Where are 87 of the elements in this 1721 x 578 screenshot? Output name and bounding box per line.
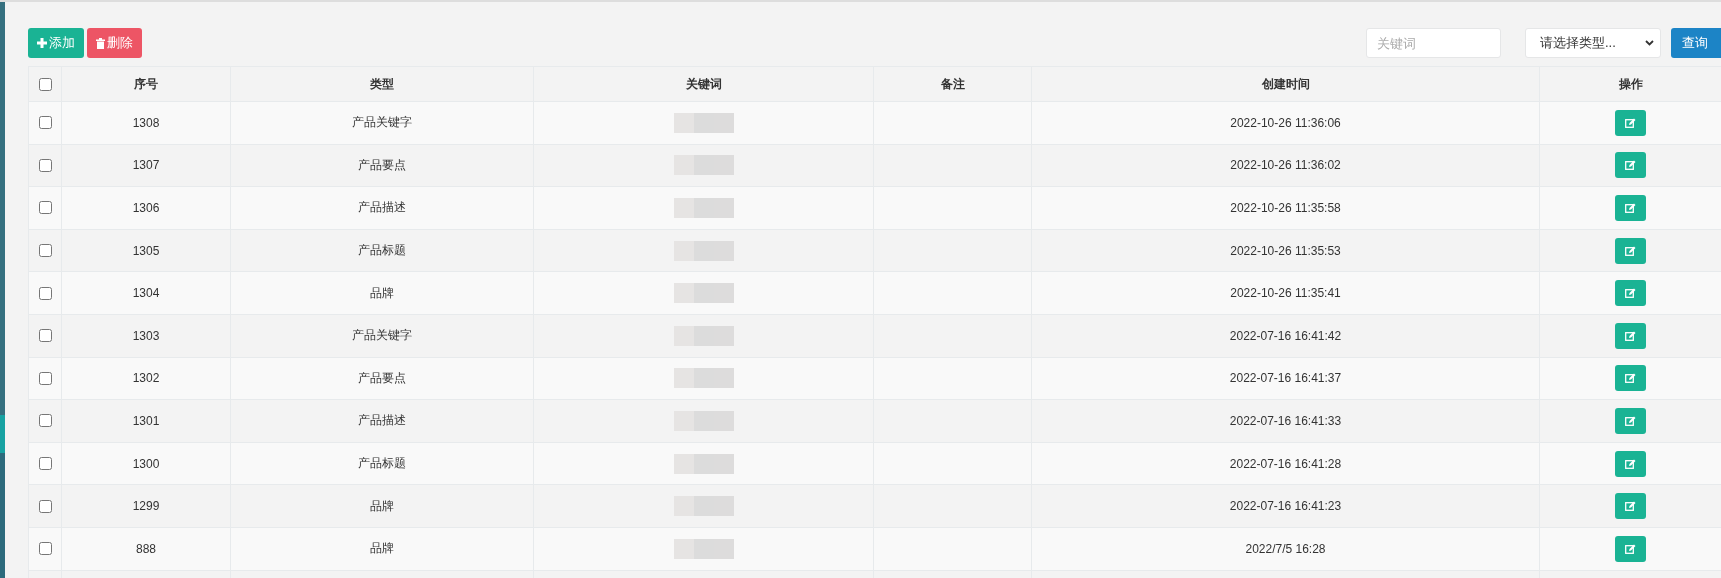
table-cell: 2022-10-26 11:35:53 [1230, 243, 1341, 258]
table-cell: 2022-07-16 16:41:37 [1229, 371, 1342, 386]
row-checkbox[interactable] [38, 499, 52, 513]
blurred-text-drawing [673, 538, 734, 559]
table-cell: 1305 [132, 243, 160, 258]
chevron-down-icon [1645, 40, 1654, 46]
table-cell: 品牌 [370, 540, 394, 558]
trash-icon [96, 37, 105, 49]
row-checkbox[interactable] [38, 116, 52, 130]
table-cell: 1301 [132, 413, 160, 428]
edit-button[interactable] [1615, 195, 1646, 221]
row-checkbox[interactable] [38, 457, 52, 471]
row-checkbox[interactable] [38, 158, 52, 172]
row-checkbox[interactable] [38, 371, 52, 385]
edit-button[interactable] [1615, 365, 1646, 392]
table-cell: 1307 [132, 158, 160, 173]
edit-icon [1625, 415, 1636, 426]
edit-icon [1625, 458, 1636, 469]
blurred-text-drawing [673, 112, 734, 133]
table-cell: 1304 [132, 286, 160, 301]
keyword-field[interactable]: 关键词 [1366, 28, 1501, 58]
table-cell: 产品关键字 [352, 327, 412, 345]
table-cell: 2022-07-16 16:41:23 [1229, 499, 1342, 514]
table-cell: 2022-10-26 11:36:06 [1230, 115, 1341, 130]
edit-icon [1625, 330, 1636, 341]
table-cell: 产品要点 [358, 156, 406, 174]
column-header: 操作 [1618, 75, 1643, 93]
edit-icon [1625, 160, 1636, 171]
edit-icon [1625, 203, 1636, 213]
table-cell: 1303 [132, 328, 160, 343]
table-cell: 品牌 [370, 284, 394, 302]
table-cell: 2022-10-26 11:35:58 [1230, 201, 1341, 215]
table-cell: 2022-07-16 16:41:33 [1229, 413, 1342, 428]
edit-icon [1625, 288, 1636, 299]
edit-button[interactable] [1615, 450, 1646, 477]
edit-button[interactable] [1615, 152, 1646, 179]
table-cell: 产品标题 [358, 455, 406, 473]
edit-button[interactable] [1615, 535, 1646, 562]
edit-button[interactable] [1615, 493, 1646, 520]
edit-button[interactable] [1615, 407, 1646, 434]
table-cell: 2022-07-16 16:41:42 [1229, 328, 1342, 343]
table-cell: 产品要点 [358, 369, 406, 387]
table-cell: 产品描述 [358, 412, 406, 430]
table-cell: 1306 [132, 201, 160, 215]
table-cell: 1302 [132, 371, 160, 386]
row-checkbox[interactable] [38, 414, 52, 428]
edit-icon [1625, 245, 1636, 256]
table-cell: 1308 [132, 115, 160, 130]
row-checkbox[interactable] [38, 329, 52, 343]
table-cell: 2022-10-26 11:36:02 [1230, 158, 1341, 173]
query-button[interactable]: 查询 [1671, 28, 1721, 58]
table-cell: 产品描述 [358, 199, 406, 217]
column-header: 备注 [940, 75, 965, 93]
row-checkbox[interactable] [38, 286, 52, 300]
table-cell: 品牌 [370, 497, 394, 515]
edit-button[interactable] [1615, 322, 1646, 349]
table-cell: 1300 [132, 456, 160, 471]
column-header: 类型 [370, 75, 394, 93]
row-checkbox[interactable] [38, 542, 52, 556]
table-cell: 888 [136, 541, 156, 556]
delete-button[interactable]: 删除 [87, 28, 142, 58]
edit-icon [1625, 501, 1636, 512]
column-header: 序号 [134, 75, 158, 93]
blurred-text-drawing [673, 198, 734, 218]
row-checkbox[interactable] [38, 244, 52, 258]
row-checkbox[interactable] [38, 201, 52, 215]
blurred-text-drawing [673, 368, 734, 389]
edit-button[interactable] [1615, 109, 1646, 136]
table-cell: 产品标题 [358, 242, 406, 260]
blurred-text-drawing [673, 453, 734, 474]
plus-icon [37, 38, 47, 48]
edit-icon [1625, 543, 1636, 554]
blurred-text-drawing [673, 283, 734, 304]
column-header: 关键词 [685, 75, 722, 93]
edit-icon [1625, 117, 1636, 128]
edit-icon [1625, 373, 1636, 384]
table-cell: 2022/7/5 16:28 [1245, 541, 1326, 556]
edit-button[interactable] [1615, 237, 1646, 264]
type-select[interactable]: 请选择类型... [1525, 28, 1661, 58]
column-header: 创建时间 [1261, 75, 1310, 93]
table-cell: 1299 [132, 499, 160, 514]
table-cell: 2022-07-16 16:41:28 [1229, 456, 1342, 471]
add-button[interactable]: 添加 [28, 28, 84, 58]
edit-button[interactable] [1615, 280, 1646, 307]
table-cell: 产品关键字 [352, 114, 412, 132]
select-all-checkbox[interactable] [38, 77, 52, 91]
table-cell: 2022-10-26 11:35:41 [1230, 286, 1341, 301]
